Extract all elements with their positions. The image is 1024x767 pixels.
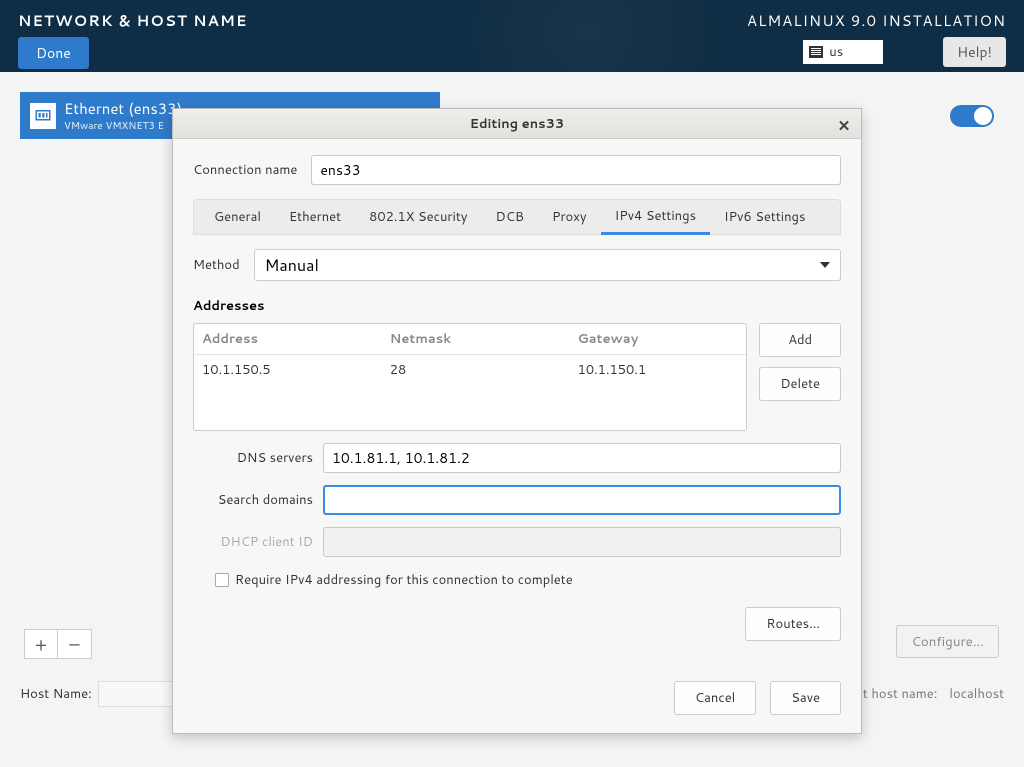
addresses-table[interactable]: Address Netmask Gateway 10.1.150.5 28 10… xyxy=(193,323,747,431)
cell-gateway: 10.1.150.1 xyxy=(570,355,747,385)
add-address-button[interactable]: Add xyxy=(759,323,841,357)
hostname-label: Host Name: xyxy=(20,685,92,703)
connection-name-label: Connection name xyxy=(193,161,297,179)
done-button[interactable]: Done xyxy=(18,37,89,69)
require-ipv4-checkbox[interactable] xyxy=(215,573,229,587)
device-subtitle: VMware VMXNET3 E xyxy=(64,119,182,133)
cancel-button[interactable]: Cancel xyxy=(674,681,756,715)
require-ipv4-row[interactable]: Require IPv4 addressing for this connect… xyxy=(215,571,841,589)
delete-address-button[interactable]: Delete xyxy=(759,367,841,401)
connection-name-input[interactable] xyxy=(311,155,841,185)
dhcp-client-id-input xyxy=(323,527,841,557)
tab-ipv4[interactable]: IPv4 Settings xyxy=(601,199,710,235)
col-address: Address xyxy=(194,324,382,354)
tab-general[interactable]: General xyxy=(200,199,275,235)
header-bar: NETWORK & HOST NAME Done ALMALINUX 9.0 I… xyxy=(0,0,1024,72)
tab-proxy[interactable]: Proxy xyxy=(538,199,601,235)
screen-title: NETWORK & HOST NAME xyxy=(18,10,247,31)
tab-ethernet[interactable]: Ethernet xyxy=(275,199,355,235)
close-icon[interactable]: ✕ xyxy=(835,115,853,136)
keyboard-layout-value: us xyxy=(829,43,843,61)
configure-button[interactable]: Configure... xyxy=(896,625,999,658)
tab-dcb[interactable]: DCB xyxy=(482,199,538,235)
dialog-title-bar: Editing ens33 ✕ xyxy=(173,109,861,139)
search-domains-input[interactable] xyxy=(323,485,841,515)
method-label: Method xyxy=(193,256,240,274)
table-row[interactable]: 10.1.150.5 28 10.1.150.1 xyxy=(194,355,746,385)
keyboard-icon xyxy=(809,46,823,58)
cell-netmask: 28 xyxy=(382,355,570,385)
current-hostname-value: localhost xyxy=(949,685,1004,703)
device-name: Ethernet (ens33) xyxy=(64,98,182,119)
method-value: Manual xyxy=(265,254,319,277)
dialog-title: Editing ens33 xyxy=(470,115,564,133)
keyboard-layout-indicator[interactable]: us xyxy=(803,40,883,64)
tab-ipv6[interactable]: IPv6 Settings xyxy=(710,199,819,235)
save-button[interactable]: Save xyxy=(770,681,841,715)
cell-address: 10.1.150.5 xyxy=(194,355,382,385)
routes-button[interactable]: Routes… xyxy=(745,607,841,641)
col-netmask: Netmask xyxy=(382,324,570,354)
method-select[interactable]: Manual xyxy=(254,249,841,281)
add-device-button[interactable]: + xyxy=(24,629,58,659)
help-button[interactable]: Help! xyxy=(943,37,1006,67)
require-ipv4-label: Require IPv4 addressing for this connect… xyxy=(235,571,573,589)
dns-input[interactable] xyxy=(323,443,841,473)
chevron-down-icon xyxy=(820,262,830,268)
edit-connection-dialog: Editing ens33 ✕ Connection name General … xyxy=(172,108,862,734)
tab-8021x[interactable]: 802.1X Security xyxy=(355,199,481,235)
dns-label: DNS servers xyxy=(193,449,313,467)
ethernet-icon xyxy=(30,103,56,129)
product-title: ALMALINUX 9.0 INSTALLATION xyxy=(747,10,1006,31)
search-domains-label: Search domains xyxy=(193,491,313,509)
remove-device-button[interactable]: – xyxy=(58,629,92,659)
col-gateway: Gateway xyxy=(570,324,747,354)
addresses-heading: Addresses xyxy=(193,297,841,315)
dhcp-client-id-label: DHCP client ID xyxy=(193,533,313,551)
settings-tabs: General Ethernet 802.1X Security DCB Pro… xyxy=(193,199,841,235)
connection-toggle[interactable] xyxy=(950,105,994,127)
